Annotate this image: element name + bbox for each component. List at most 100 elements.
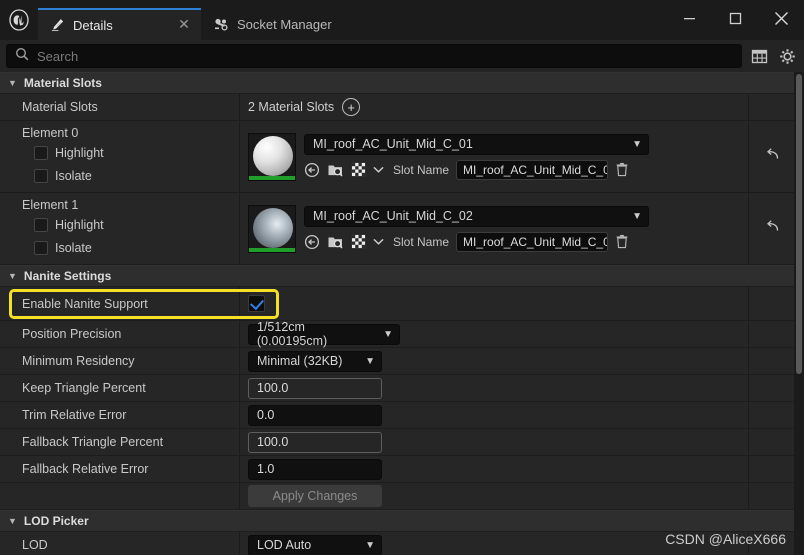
isolate-checkbox-row[interactable]: Isolate — [22, 166, 239, 186]
row-label-cell: Fallback Relative Error — [0, 456, 240, 482]
reset-to-default-cell — [748, 121, 794, 192]
trim-relative-error-label: Trim Relative Error — [22, 408, 239, 422]
material-element-value-cell: MI_roof_AC_Unit_Mid_C_01 ▼ — [240, 121, 748, 192]
fallback-relative-error-input[interactable]: 1.0 — [248, 459, 382, 480]
material-thumbnail[interactable] — [248, 205, 296, 253]
slot-name-input[interactable]: MI_roof_AC_Unit_Mid_C_01 — [456, 160, 608, 180]
material-element-label-cell: Element 1 Highlight Isolate — [0, 193, 240, 264]
material-status-bar — [249, 248, 295, 252]
use-selected-asset-icon[interactable] — [304, 162, 320, 178]
row-value-cell: Minimal (32KB) ▼ — [240, 348, 748, 374]
material-asset-picker[interactable]: MI_roof_AC_Unit_Mid_C_01 ▼ — [304, 134, 649, 155]
enable-nanite-support-checkbox[interactable] — [248, 295, 265, 312]
row-trim-relative-error: Trim Relative Error 0.0 — [0, 402, 794, 429]
keep-triangle-percent-input[interactable]: 100.0 — [248, 378, 382, 399]
material-element-value-cell: MI_roof_AC_Unit_Mid_C_02 ▼ — [240, 193, 748, 264]
material-asset-picker[interactable]: MI_roof_AC_Unit_Mid_C_02 ▼ — [304, 206, 649, 227]
browse-to-asset-icon[interactable] — [327, 162, 344, 178]
row-label-cell: Fallback Triangle Percent — [0, 429, 240, 455]
highlight-checkbox[interactable] — [34, 218, 48, 232]
isolate-checkbox[interactable] — [34, 169, 48, 183]
reset-cell-empty — [748, 483, 794, 509]
slot-name-label: Slot Name — [393, 163, 449, 177]
material-element-label-cell: Element 0 Highlight Isolate — [0, 121, 240, 192]
reset-cell-empty — [748, 456, 794, 482]
vertical-scrollbar[interactable] — [794, 72, 804, 555]
isolate-checkbox-row[interactable]: Isolate — [22, 238, 239, 258]
material-sphere-preview — [253, 208, 293, 248]
row-value-cell: 100.0 — [240, 375, 748, 401]
checker-pattern-icon[interactable] — [351, 162, 366, 177]
gear-icon[interactable] — [776, 44, 798, 68]
search-icon — [15, 47, 29, 66]
tab-details-close-icon[interactable]: ✕ — [177, 18, 191, 32]
isolate-checkbox[interactable] — [34, 241, 48, 255]
apply-changes-button[interactable]: Apply Changes — [248, 485, 382, 507]
material-status-bar — [249, 176, 295, 180]
category-nanite-settings[interactable]: ▼ Nanite Settings — [0, 265, 794, 287]
category-lod-picker[interactable]: ▼ LOD Picker — [0, 510, 794, 532]
element-label: Element 0 — [22, 126, 239, 140]
category-material-slots[interactable]: ▼ Material Slots — [0, 72, 794, 94]
row-position-precision: Position Precision 1/512cm (0.00195cm) ▼ — [0, 321, 794, 348]
unreal-details-window: Details ✕ Socket Manager — [0, 0, 804, 555]
material-fields: MI_roof_AC_Unit_Mid_C_02 ▼ — [304, 206, 649, 252]
search-bar: Search — [0, 40, 804, 72]
reset-to-default-icon[interactable] — [764, 147, 780, 166]
lod-dropdown[interactable]: LOD Auto ▼ — [248, 535, 382, 555]
row-label-cell: LOD — [0, 532, 240, 555]
reset-cell-empty — [748, 375, 794, 401]
position-precision-dropdown[interactable]: 1/512cm (0.00195cm) ▼ — [248, 324, 400, 345]
checker-pattern-icon[interactable] — [351, 234, 366, 249]
material-element-row: Element 0 Highlight Isolate — [0, 121, 794, 193]
window-controls — [666, 0, 804, 36]
reset-cell-empty — [748, 532, 794, 555]
delete-slot-icon[interactable] — [615, 162, 629, 177]
maximize-button[interactable] — [712, 0, 758, 36]
highlight-checkbox-row[interactable]: Highlight — [22, 215, 239, 235]
fallback-relative-error-label: Fallback Relative Error — [22, 462, 239, 476]
row-value-cell: 1.0 — [240, 456, 748, 482]
chevron-down-icon: ▼ — [365, 540, 375, 551]
reset-to-default-icon[interactable] — [764, 219, 780, 238]
minimum-residency-dropdown[interactable]: Minimal (32KB) ▼ — [248, 351, 382, 372]
search-input[interactable]: Search — [6, 44, 742, 68]
reset-cell-empty — [748, 429, 794, 455]
material-options-chevron-icon[interactable] — [373, 165, 384, 174]
tab-socket-manager[interactable]: Socket Manager — [201, 8, 342, 40]
minimize-button[interactable] — [666, 0, 712, 36]
chevron-down-icon: ▼ — [365, 356, 375, 367]
column-settings-icon[interactable] — [748, 44, 770, 68]
fallback-triangle-percent-input[interactable]: 100.0 — [248, 432, 382, 453]
browse-to-asset-icon[interactable] — [327, 234, 344, 250]
row-label-cell: Keep Triangle Percent — [0, 375, 240, 401]
row-lod: LOD LOD Auto ▼ — [0, 532, 794, 555]
tab-details[interactable]: Details ✕ — [38, 8, 201, 40]
material-sphere-preview — [253, 136, 293, 176]
reset-cell-empty — [748, 287, 794, 320]
element-label: Element 1 — [22, 198, 239, 212]
reset-cell-empty — [748, 402, 794, 428]
add-material-slot-button[interactable]: + — [342, 98, 360, 116]
material-slots-count-value: 2 Material Slots — [248, 100, 334, 114]
use-selected-asset-icon[interactable] — [304, 234, 320, 250]
material-fields: MI_roof_AC_Unit_Mid_C_01 ▼ — [304, 134, 649, 180]
enable-nanite-highlight-wrapper: Enable Nanite Support — [0, 287, 794, 321]
trim-relative-error-input[interactable]: 0.0 — [248, 405, 382, 426]
highlight-checkbox[interactable] — [34, 146, 48, 160]
row-label-cell — [0, 483, 240, 509]
reset-cell-empty — [748, 94, 794, 120]
row-value-cell: 0.0 — [240, 402, 748, 428]
row-value-cell: LOD Auto ▼ — [240, 532, 748, 555]
material-thumbnail[interactable] — [248, 133, 296, 181]
close-button[interactable] — [758, 0, 804, 36]
highlight-checkbox-row[interactable]: Highlight — [22, 143, 239, 163]
row-label-cell: Material Slots — [0, 94, 240, 120]
delete-slot-icon[interactable] — [615, 234, 629, 249]
slot-name-input[interactable]: MI_roof_AC_Unit_Mid_C_02 — [456, 232, 608, 252]
material-options-chevron-icon[interactable] — [373, 237, 384, 246]
reset-cell-empty — [748, 321, 794, 347]
isolate-label: Isolate — [55, 169, 92, 183]
slot-name-label: Slot Name — [393, 235, 449, 249]
scrollbar-thumb[interactable] — [796, 74, 802, 374]
